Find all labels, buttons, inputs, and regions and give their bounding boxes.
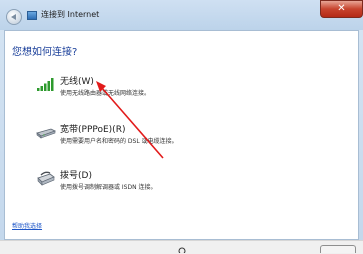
back-button[interactable] <box>6 9 22 25</box>
window-title: 连接到 Internet <box>41 10 100 19</box>
option-dialup-description: 使用拨号调制解调器或 ISDN 连接。 <box>60 184 157 191</box>
option-wireless-title: 无线(W) <box>60 77 94 87</box>
option-broadband-title: 宽带(PPPoE)(R) <box>60 125 126 135</box>
wizard-content: 您想如何连接? 无线(W) 使用无线路由器或无线网络连接。 宽带(PPPoE)(… <box>4 30 359 240</box>
option-wireless-description: 使用无线路由器或无线网络连接。 <box>60 90 151 97</box>
option-dialup-title: 拨号(D) <box>60 171 92 181</box>
help-me-choose-link[interactable]: 帮助我选择 <box>12 221 42 230</box>
wireless-signal-icon <box>37 78 54 91</box>
option-broadband[interactable]: 宽带(PPPoE)(R) 使用需要用户名和密码的 DSL 或电缆连接。 <box>5 119 335 151</box>
title-bar: 连接到 Internet <box>0 0 363 30</box>
mouse-cursor-icon <box>178 247 186 253</box>
option-broadband-description: 使用需要用户名和密码的 DSL 或电缆连接。 <box>60 138 178 145</box>
option-dialup[interactable]: 拨号(D) 使用拨号调制解调器或 ISDN 连接。 <box>5 165 335 197</box>
network-icon <box>27 11 37 20</box>
dialup-modem-icon <box>37 171 55 186</box>
close-button[interactable]: ✕ <box>320 0 363 18</box>
cancel-button[interactable] <box>320 245 356 253</box>
page-prompt: 您想如何连接? <box>12 47 78 58</box>
option-wireless[interactable]: 无线(W) 使用无线路由器或无线网络连接。 <box>5 71 335 103</box>
broadband-modem-icon <box>36 128 57 139</box>
